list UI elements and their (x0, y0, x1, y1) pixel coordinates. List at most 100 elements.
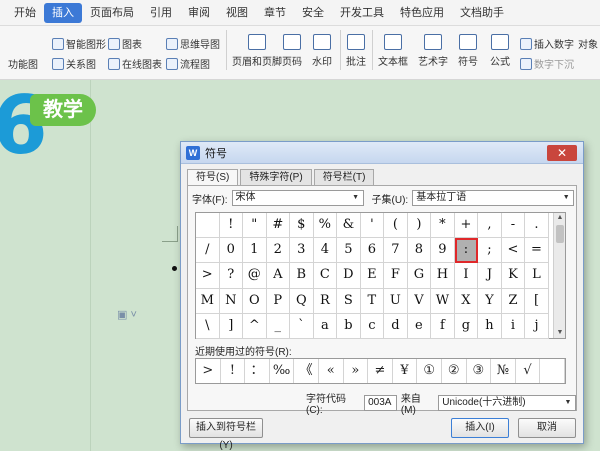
flowchart-button[interactable]: 流程图 (166, 56, 210, 71)
symbol-cell[interactable]: P (266, 288, 291, 314)
scroll-thumb[interactable] (556, 225, 564, 243)
menu-start[interactable]: 开始 (6, 3, 44, 23)
symbol-cell[interactable]: T (360, 288, 385, 314)
menu-chapter[interactable]: 章节 (256, 3, 294, 23)
function-chart-button[interactable]: 功能图 (8, 56, 38, 71)
symbol-cell[interactable]: & (337, 213, 361, 239)
menu-page-layout[interactable]: 页面布局 (82, 3, 142, 23)
subset-select[interactable]: 基本拉丁语 ▼ (412, 190, 575, 206)
menu-insert[interactable]: 插入 (44, 2, 82, 23)
symbol-cell[interactable]: 9 (431, 238, 455, 264)
symbol-cell[interactable]: c (360, 313, 385, 339)
symbol-cell[interactable]: \ (196, 313, 220, 339)
symbol-cell[interactable]: R (313, 288, 338, 314)
symbol-cell[interactable]: ! (219, 213, 244, 239)
menu-security[interactable]: 安全 (294, 3, 332, 23)
symbol-cell[interactable]: Y (478, 288, 502, 314)
symbol-cell[interactable]: ` (290, 313, 314, 339)
symbol-cell[interactable]: B (290, 263, 314, 289)
char-code-input[interactable]: 003A (364, 395, 397, 411)
symbol-cell[interactable]: % (313, 213, 338, 239)
symbol-cell[interactable]: N (219, 288, 244, 314)
watermark-button[interactable]: 水印 (312, 34, 332, 68)
insert-button[interactable]: 插入(I) (451, 418, 509, 438)
symbol-cell[interactable]: ( (384, 213, 408, 239)
symbol-cell[interactable]: W (431, 288, 455, 314)
symbol-cell[interactable]: 0 (219, 238, 244, 264)
symbol-cell[interactable]: = (525, 238, 549, 264)
comment-button[interactable]: 批注 (346, 34, 366, 68)
symbol-cell[interactable]: , (478, 213, 502, 239)
symbol-cell[interactable]: V (407, 288, 432, 314)
page-number-button[interactable]: 页码 (282, 34, 302, 68)
symbol-cell[interactable]: Z (501, 288, 526, 314)
symbol-cell[interactable]: / (196, 238, 220, 264)
recent-symbol-cell[interactable]: » (344, 359, 369, 383)
symbol-cell[interactable]: * (431, 213, 455, 239)
symbol-cell[interactable]: O (243, 288, 267, 314)
object-button[interactable]: 对象 (578, 36, 598, 51)
symbol-cell[interactable]: # (266, 213, 291, 239)
symbol-cell[interactable]: ; (478, 238, 502, 264)
menu-special[interactable]: 特色应用 (392, 3, 452, 23)
symbol-cell[interactable]: X (454, 288, 479, 314)
symbol-cell[interactable]: + (454, 213, 479, 239)
header-footer-button[interactable]: 页眉和页脚 (232, 34, 282, 68)
chart-button[interactable]: 图表 (108, 36, 142, 51)
symbol-cell[interactable]: 1 (243, 238, 267, 264)
menu-references[interactable]: 引用 (142, 3, 180, 23)
symbol-cell[interactable]: ^ (243, 313, 267, 339)
drop-cap-button[interactable]: 数字下沉 (520, 56, 574, 71)
symbol-cell[interactable]: U (384, 288, 408, 314)
wordart-button[interactable]: 艺术字 (418, 34, 448, 68)
symbol-cell[interactable]: ) (407, 213, 432, 239)
symbol-cell[interactable]: e (407, 313, 432, 339)
symbol-cell[interactable]: 6 (360, 238, 385, 264)
recent-symbol-cell[interactable]: ! (221, 359, 246, 383)
menu-review[interactable]: 审阅 (180, 3, 218, 23)
dialog-titlebar[interactable]: W 符号 ✕ (181, 142, 583, 164)
symbol-cell[interactable]: K (501, 263, 526, 289)
symbol-cell[interactable]: H (431, 263, 455, 289)
symbol-cell[interactable]: S (337, 288, 361, 314)
textbox-button[interactable]: 文本框 (378, 34, 408, 68)
symbol-cell[interactable]: A (266, 263, 291, 289)
recent-symbol-cell[interactable]: № (491, 359, 516, 383)
symbol-cell[interactable]: - (501, 213, 526, 239)
symbol-cell[interactable]: 4 (313, 238, 338, 264)
cancel-button[interactable]: 取消 (518, 418, 576, 438)
symbol-cell[interactable]: G (407, 263, 432, 289)
symbol-cell[interactable]: J (478, 263, 502, 289)
symbol-cell[interactable]: . (525, 213, 549, 239)
scroll-down-icon[interactable]: ▼ (554, 328, 566, 338)
symbol-cell[interactable]: $ (290, 213, 314, 239)
tab-special-chars[interactable]: 特殊字符(P) (240, 169, 312, 186)
recent-symbol-cell[interactable]: ① (417, 359, 442, 383)
recent-symbol-cell[interactable]: ③ (467, 359, 492, 383)
symbol-cell[interactable]: 2 (266, 238, 291, 264)
recent-symbol-cell[interactable]: ‰ (270, 359, 295, 383)
from-select[interactable]: Unicode(十六进制) ▼ (438, 395, 576, 411)
mind-map-button[interactable]: 思维导图 (166, 36, 220, 51)
paste-options-icon[interactable]: ▣ ˅ (117, 308, 137, 321)
symbol-cell[interactable]: f (431, 313, 455, 339)
symbol-cell[interactable]: 8 (407, 238, 432, 264)
recent-symbol-cell[interactable]: ¥ (393, 359, 418, 383)
symbol-cell[interactable]: > (196, 263, 220, 289)
symbol-button[interactable]: 符号 (458, 34, 478, 68)
symbol-cell[interactable]: i (501, 313, 526, 339)
symbol-cell[interactable]: C (313, 263, 338, 289)
symbol-cell[interactable]: " (243, 213, 267, 239)
tab-symbol-bar[interactable]: 符号栏(T) (313, 169, 375, 186)
symbol-cell[interactable]: a (313, 313, 338, 339)
symbol-cell[interactable]: E (360, 263, 385, 289)
recent-symbol-cell[interactable]: √ (516, 359, 541, 383)
recent-symbol-cell[interactable]: « (319, 359, 344, 383)
recent-symbol-cell[interactable]: ： (245, 359, 270, 383)
symbol-cell[interactable] (196, 213, 220, 239)
symbol-cell[interactable]: M (196, 288, 220, 314)
symbol-cell[interactable]: L (525, 263, 549, 289)
recent-symbol-cell[interactable]: > (196, 359, 221, 383)
symbol-cell[interactable]: _ (266, 313, 291, 339)
font-select[interactable]: 宋体 ▼ (231, 190, 364, 206)
